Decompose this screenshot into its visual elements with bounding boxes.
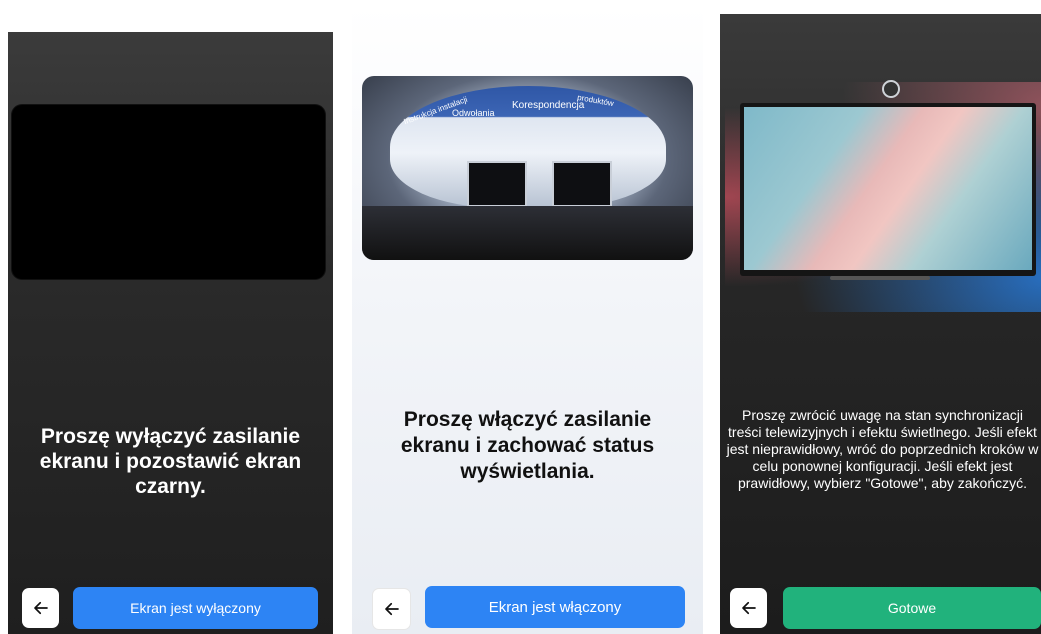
black-screen-preview	[12, 105, 325, 279]
photo-label: Odwołania	[452, 108, 495, 118]
back-button[interactable]	[22, 588, 59, 628]
back-button[interactable]	[730, 588, 767, 628]
arrow-left-icon	[741, 601, 756, 615]
arrow-left-icon	[33, 601, 48, 615]
instruction-text: Proszę włączyć zasilanie ekranu i zachow…	[400, 408, 655, 483]
screen-off-step-panel: Proszę wyłączyć zasilanie ekranu i pozos…	[8, 32, 333, 634]
tv-stand	[830, 276, 930, 280]
screen-off-confirm-button[interactable]: Ekran jest wyłączony	[73, 587, 318, 629]
screen-on-confirm-button[interactable]: Ekran jest włączony	[425, 586, 685, 628]
monitor-shape	[467, 161, 527, 207]
sync-check-step-panel: Proszę zwrócić uwagę na stan synchroniza…	[720, 14, 1041, 634]
desk-shape	[362, 206, 693, 260]
photo-label: Korespondencja	[512, 100, 585, 111]
camera-icon	[882, 80, 900, 98]
screen-on-step-panel: Instrukcja instalacji Odwołania Korespon…	[352, 6, 703, 634]
tv-illustration	[740, 103, 1036, 276]
monitor-shape	[552, 161, 612, 207]
instruction-text: Proszę wyłączyć zasilanie ekranu i pozos…	[39, 425, 302, 498]
arrow-left-icon	[384, 602, 399, 616]
back-button[interactable]	[372, 588, 411, 630]
camera-preview-image: Instrukcja instalacji Odwołania Korespon…	[362, 76, 693, 260]
done-button[interactable]: Gotowe	[783, 587, 1041, 629]
instruction-text: Proszę zwrócić uwagę na stan synchroniza…	[726, 407, 1039, 491]
tv-screen-image	[744, 107, 1032, 270]
